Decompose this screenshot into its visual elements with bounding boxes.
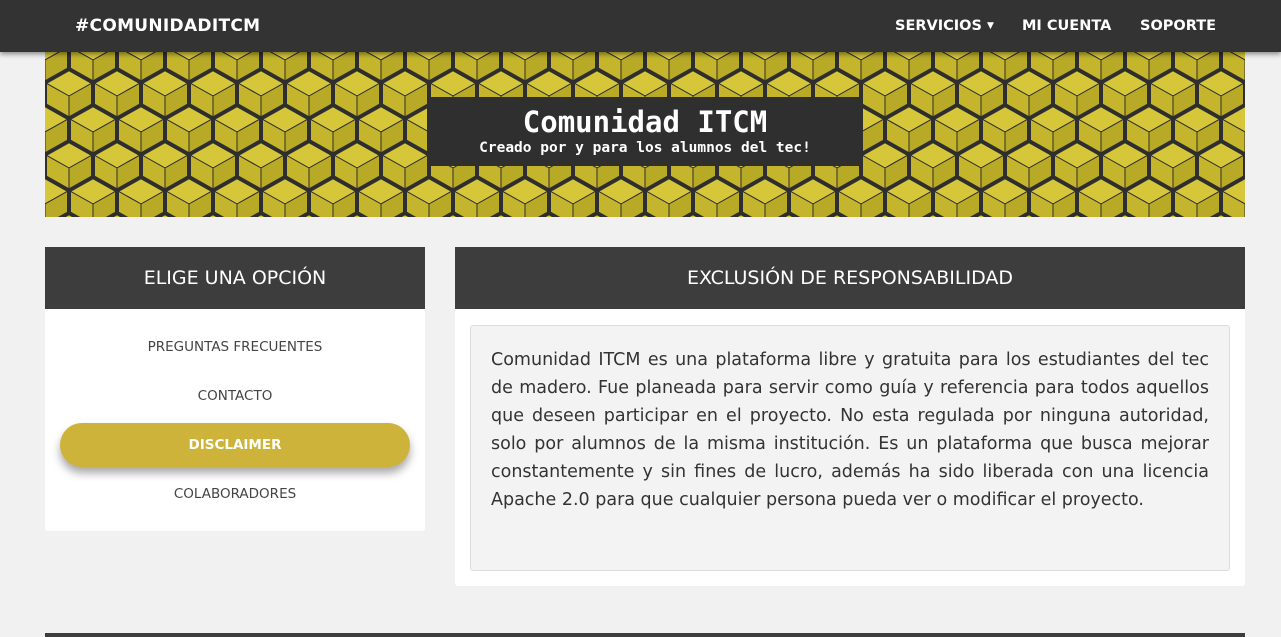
options-panel-header: ELIGE UNA OPCIÓN: [45, 247, 425, 309]
nav-servicios-label: SERVICIOS: [895, 18, 982, 34]
brand-logo-link[interactable]: #COMUNIDADITCM: [75, 16, 260, 36]
disclaimer-body-text: Comunidad ITCM es una plataforma libre y…: [491, 350, 1209, 510]
footer-top-border: [45, 633, 1245, 637]
hero-title: Comunidad ITCM: [522, 105, 768, 139]
nav-soporte[interactable]: SOPORTE: [1140, 18, 1216, 34]
top-navbar: #COMUNIDADITCM SERVICIOS ▼ MI CUENTA SOPO…: [0, 0, 1281, 52]
nav-servicios-dropdown[interactable]: SERVICIOS ▼: [895, 18, 994, 34]
menu-item-colaboradores[interactable]: COLABORADORES: [45, 486, 425, 502]
menu-item-disclaimer[interactable]: DISCLAIMER: [60, 423, 410, 467]
menu-item-preguntas-frecuentes[interactable]: PREGUNTAS FRECUENTES: [45, 339, 425, 355]
disclaimer-panel-header: EXCLUSIÓN DE RESPONSABILIDAD: [455, 247, 1245, 309]
nav-mi-cuenta[interactable]: MI CUENTA: [1022, 18, 1111, 34]
hero-subtitle: Creado por y para los alumnos del tec!: [479, 140, 811, 156]
disclaimer-text-box: Comunidad ITCM es una plataforma libre y…: [470, 325, 1230, 571]
hero-banner: Comunidad ITCM Creado por y para los alu…: [45, 52, 1245, 217]
caret-down-icon: ▼: [986, 21, 994, 31]
options-panel: ELIGE UNA OPCIÓN PREGUNTAS FRECUENTES CO…: [45, 247, 425, 531]
disclaimer-panel: EXCLUSIÓN DE RESPONSABILIDAD Comunidad I…: [455, 247, 1245, 586]
menu-item-contacto[interactable]: CONTACTO: [45, 388, 425, 404]
hero-title-box: Comunidad ITCM Creado por y para los alu…: [427, 97, 863, 166]
